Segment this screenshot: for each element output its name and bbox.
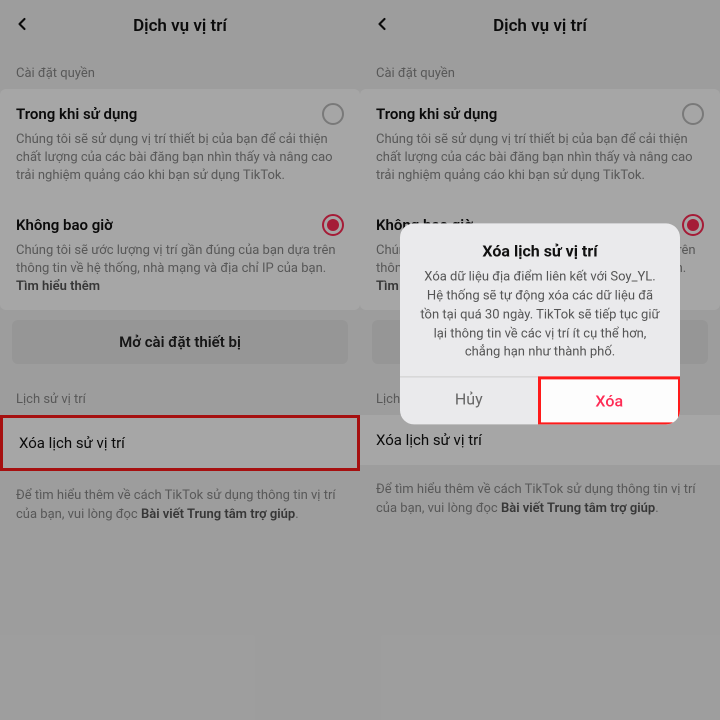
option-desc: Chúng tôi sẽ sử dụng vị trí thiết bị của… <box>376 131 704 186</box>
help-center-link[interactable]: Bài viết Trung tâm trợ giúp <box>141 507 295 522</box>
header: Dịch vụ vị trí <box>360 0 720 52</box>
option-while-using[interactable]: Trong khi sử dụng Chúng tôi sẽ sử dụng v… <box>0 89 360 200</box>
radio-selected-icon[interactable] <box>682 214 704 236</box>
cancel-button[interactable]: Hủy <box>400 378 539 425</box>
permission-options-card: Trong khi sử dụng Chúng tôi sẽ sử dụng v… <box>0 89 360 310</box>
option-title: Trong khi sử dụng <box>16 105 137 123</box>
permissions-section-label: Cài đặt quyền <box>360 52 720 89</box>
open-device-settings-button[interactable]: Mở cài đặt thiết bị <box>12 320 348 364</box>
help-center-link[interactable]: Bài viết Trung tâm trợ giúp <box>501 501 655 516</box>
footer-note: Để tìm hiểu thêm về cách TikTok sử dụng … <box>0 471 360 541</box>
header: Dịch vụ vị trí <box>0 0 360 52</box>
option-while-using[interactable]: Trong khi sử dụng Chúng tôi sẽ sử dụng v… <box>360 89 720 200</box>
modal-actions: Hủy Xóa <box>400 377 680 425</box>
clear-history-modal: Xóa lịch sử vị trí Xóa dữ liệu địa điểm … <box>400 223 680 424</box>
modal-text: Xóa dữ liệu địa điểm liên kết với Soy_YL… <box>416 268 664 362</box>
screen-left: Dịch vụ vị trí Cài đặt quyền Trong khi s… <box>0 0 360 720</box>
history-section-label: Lịch sử vị trí <box>0 364 360 415</box>
option-title: Trong khi sử dụng <box>376 105 497 123</box>
option-desc: Chúng tôi sẽ sử dụng vị trí thiết bị của… <box>16 131 344 186</box>
clear-location-history-item[interactable]: Xóa lịch sử vị trí <box>0 415 360 471</box>
page-title: Dịch vụ vị trí <box>360 16 720 36</box>
page-title: Dịch vụ vị trí <box>0 16 360 36</box>
radio-selected-icon[interactable] <box>322 214 344 236</box>
modal-title: Xóa lịch sử vị trí <box>416 241 664 260</box>
permissions-section-label: Cài đặt quyền <box>0 52 360 89</box>
back-icon[interactable] <box>372 14 392 38</box>
radio-unselected-icon[interactable] <box>322 103 344 125</box>
confirm-delete-button[interactable]: Xóa <box>538 377 681 425</box>
option-never[interactable]: Không bao giờ Chúng tôi sẽ ước lượng vị … <box>0 200 360 311</box>
learn-more-link[interactable]: Tìm hiểu thêm <box>16 279 100 294</box>
option-title: Không bao giờ <box>16 216 113 234</box>
radio-unselected-icon[interactable] <box>682 103 704 125</box>
option-desc: Chúng tôi sẽ ước lượng vị trí gần đúng c… <box>16 242 344 297</box>
footer-note: Để tìm hiểu thêm về cách TikTok sử dụng … <box>360 465 720 535</box>
back-icon[interactable] <box>12 14 32 38</box>
screen-right: Dịch vụ vị trí Cài đặt quyền Trong khi s… <box>360 0 720 720</box>
